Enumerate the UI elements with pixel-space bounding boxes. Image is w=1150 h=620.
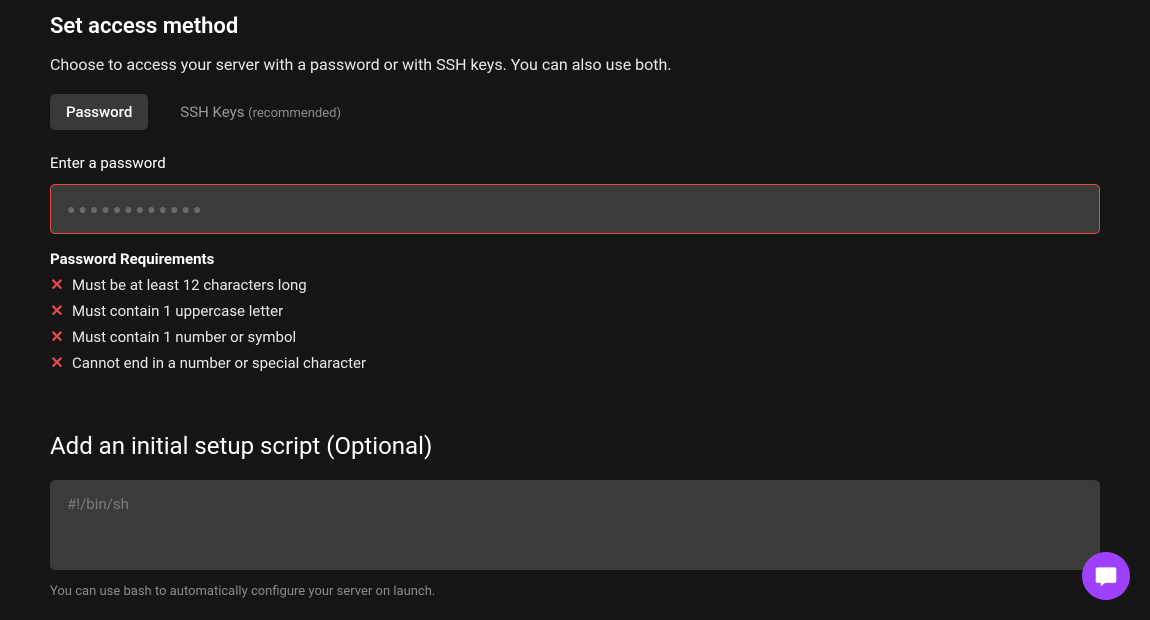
x-icon: ✕ [50,303,64,319]
x-icon: ✕ [50,355,64,371]
chat-button[interactable] [1082,552,1130,600]
access-tabs: Password SSH Keys (recommended) [50,94,1100,130]
requirement-item: ✕ Must contain 1 number or symbol [50,328,1100,346]
requirement-item: ✕ Must contain 1 uppercase letter [50,302,1100,320]
password-requirements-title: Password Requirements [50,250,1100,268]
chat-icon [1094,564,1118,588]
setup-script-description: You can use bash to automatically config… [50,584,1100,599]
tab-password[interactable]: Password [50,94,148,130]
tab-sshkeys[interactable]: SSH Keys (recommended) [164,94,357,130]
password-input[interactable] [50,184,1100,234]
requirement-item: ✕ Must be at least 12 characters long [50,276,1100,294]
requirement-text: Must contain 1 uppercase letter [72,302,283,320]
tab-sshkeys-label: SSH Keys [180,103,244,121]
x-icon: ✕ [50,277,64,293]
requirement-text: Must be at least 12 characters long [72,276,307,294]
access-method-description: Choose to access your server with a pass… [50,55,1100,74]
access-method-title: Set access method [50,14,1100,39]
setup-script-title: Add an initial setup script (Optional) [50,432,1100,460]
setup-script-textarea[interactable] [50,480,1100,570]
x-icon: ✕ [50,329,64,345]
requirement-text: Cannot end in a number or special charac… [72,354,366,372]
password-label: Enter a password [50,154,1100,172]
requirement-text: Must contain 1 number or symbol [72,328,296,346]
requirement-item: ✕ Cannot end in a number or special char… [50,354,1100,372]
tab-sshkeys-recommended: (recommended) [248,106,341,121]
